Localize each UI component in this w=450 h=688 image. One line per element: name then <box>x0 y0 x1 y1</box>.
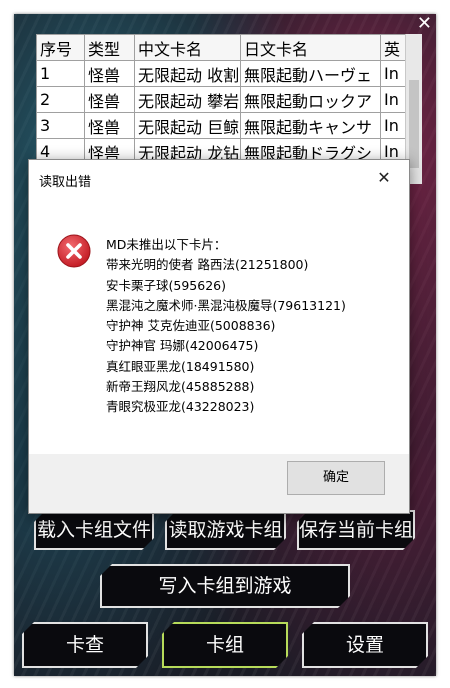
cell-english-name: In <box>380 60 406 87</box>
error-x-icon <box>57 234 91 268</box>
cell-english-name: In <box>380 86 406 113</box>
deck-tab[interactable]: 卡组 <box>162 622 288 668</box>
table-row[interactable]: 1 怪兽 无限起动 收割 無限起動ハーヴェ In <box>36 60 406 87</box>
error-dialog: 读取出错 ✕ MD未推出以下卡片： 带来光明的使者 路西法(21251800) … <box>28 159 410 514</box>
dialog-title: 读取出错 <box>39 175 92 190</box>
cell-type: 怪兽 <box>84 60 135 87</box>
window-close-icon[interactable]: ✕ <box>417 14 432 34</box>
card-table[interactable]: 序号 类型 中文卡名 日文卡名 英 1 怪兽 无限起动 收割 無限起動ハーヴェ … <box>36 34 406 165</box>
load-deck-file-button[interactable]: 载入卡组文件 <box>34 510 154 550</box>
cell-japanese-name: 無限起動キャンサ <box>240 112 381 139</box>
message-line: 黑混沌之魔术师·黑混沌极魔导(79613121) <box>106 297 346 313</box>
error-message: MD未推出以下卡片： 带来光明的使者 路西法(21251800) 安卡栗子球(5… <box>106 235 346 418</box>
cell-japanese-name: 無限起動ハーヴェ <box>240 60 381 87</box>
cell-japanese-name: 無限起動ロックア <box>240 86 381 113</box>
scrollbar-thumb[interactable] <box>409 80 419 168</box>
message-line: 安卡栗子球(595626) <box>106 277 226 293</box>
message-line: 青眼究极亚龙(43228023) <box>106 399 255 415</box>
cell-type: 怪兽 <box>84 86 135 113</box>
cell-english-name: In <box>380 112 406 139</box>
column-header-chinese-name[interactable]: 中文卡名 <box>134 34 241 61</box>
save-current-deck-button[interactable]: 保存当前卡组 <box>297 510 415 550</box>
dialog-footer: 确定 <box>29 454 409 513</box>
table-row[interactable]: 2 怪兽 无限起动 攀岩 無限起動ロックア In <box>36 86 406 113</box>
dialog-body: MD未推出以下卡片： 带来光明的使者 路西法(21251800) 安卡栗子球(5… <box>29 198 409 454</box>
cell-chinese-name: 无限起动 攀岩 <box>134 86 241 113</box>
table-header-row: 序号 类型 中文卡名 日文卡名 英 <box>36 34 406 61</box>
card-lookup-tab[interactable]: 卡查 <box>22 622 148 668</box>
dialog-titlebar[interactable]: 读取出错 ✕ <box>29 160 409 198</box>
ok-button[interactable]: 确定 <box>287 461 385 495</box>
cell-chinese-name: 无限起动 收割 <box>134 60 241 87</box>
cell-chinese-name: 无限起动 巨鲸 <box>134 112 241 139</box>
message-line: 守护神官 玛娜(42006475) <box>106 338 259 354</box>
read-game-deck-button[interactable]: 读取游戏卡组 <box>165 510 286 550</box>
cell-type: 怪兽 <box>84 112 135 139</box>
message-line: MD未推出以下卡片： <box>106 237 227 252</box>
cell-index: 2 <box>36 86 85 113</box>
message-line: 守护神 艾克佐迪亚(5008836) <box>106 318 276 334</box>
table-row[interactable]: 3 怪兽 无限起动 巨鲸 無限起動キャンサ In <box>36 112 406 139</box>
settings-tab[interactable]: 设置 <box>302 622 428 668</box>
column-header-type[interactable]: 类型 <box>84 34 135 61</box>
message-line: 带来光明的使者 路西法(21251800) <box>106 257 309 273</box>
column-header-index[interactable]: 序号 <box>36 34 85 61</box>
cell-index: 3 <box>36 112 85 139</box>
message-line: 新帝王翔风龙(45885288) <box>106 379 255 395</box>
column-header-english-name[interactable]: 英 <box>380 34 406 61</box>
write-deck-to-game-button[interactable]: 写入卡组到游戏 <box>100 564 350 608</box>
message-line: 真红眼亚黑龙(18491580) <box>106 358 255 374</box>
column-header-japanese-name[interactable]: 日文卡名 <box>240 34 381 61</box>
dialog-close-icon[interactable]: ✕ <box>373 166 395 190</box>
cell-index: 1 <box>36 60 85 87</box>
